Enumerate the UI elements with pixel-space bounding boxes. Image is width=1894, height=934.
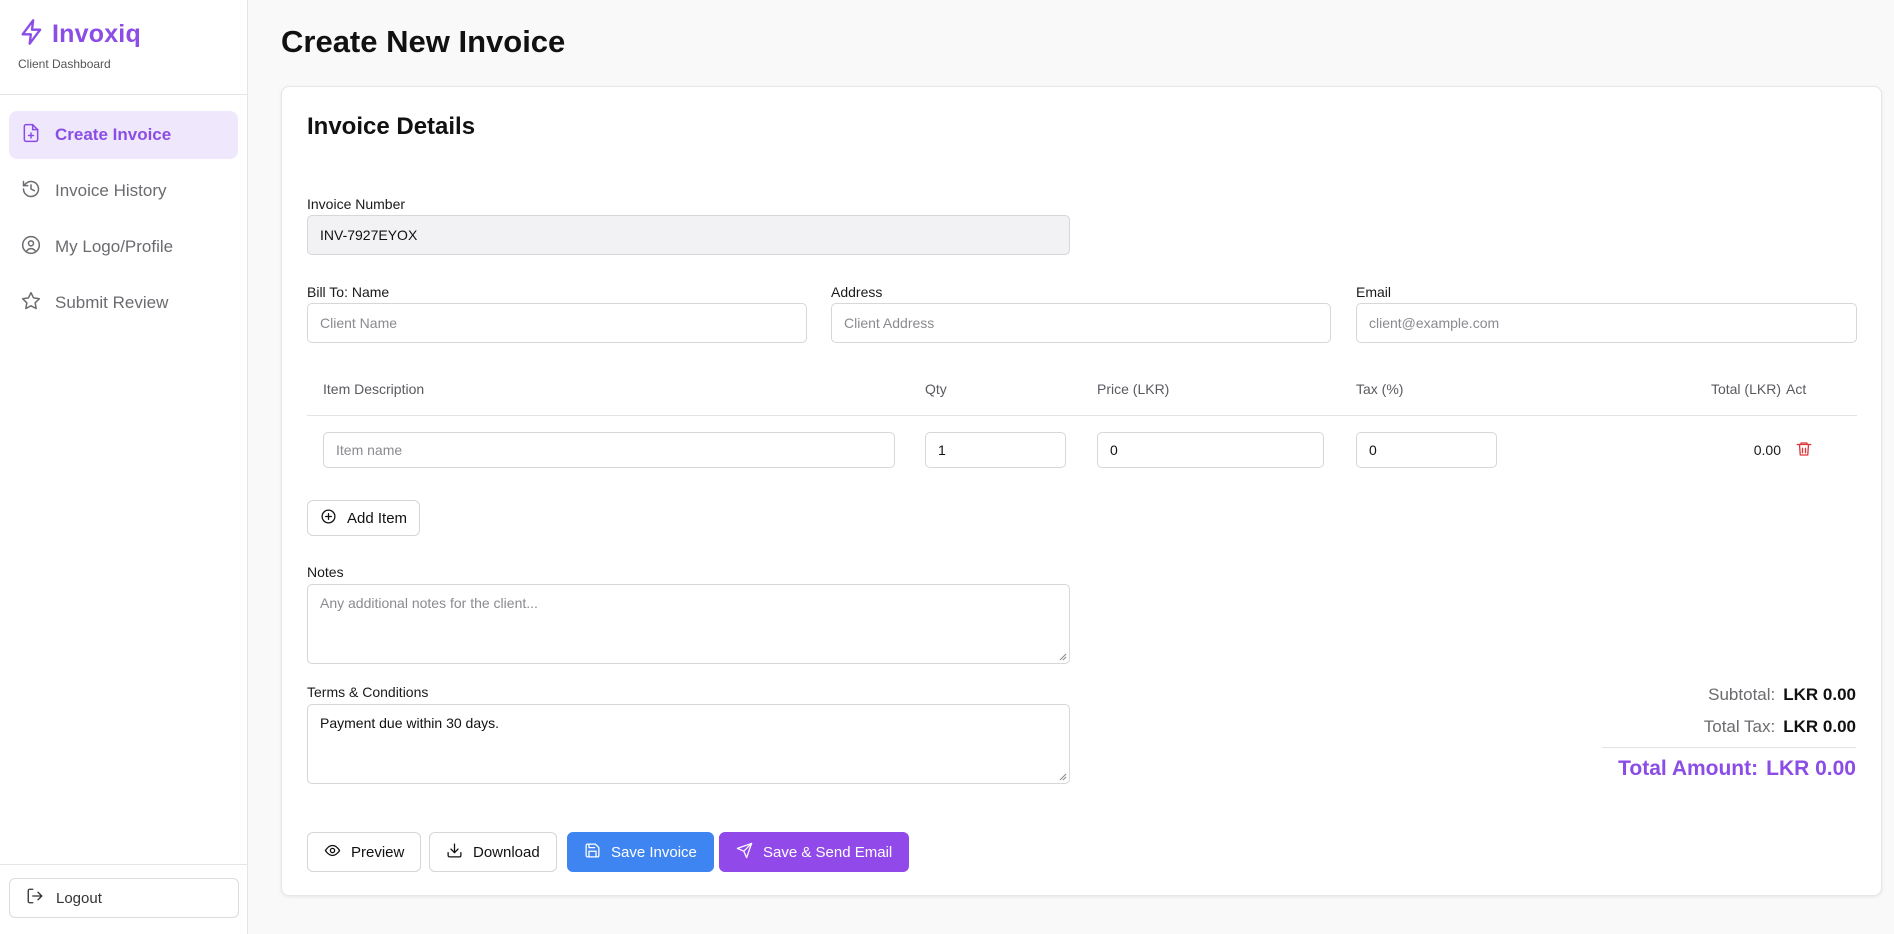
download-icon — [446, 842, 463, 863]
sidebar-nav: Create Invoice Invoice History My Logo/P… — [0, 95, 247, 327]
total-tax-value: LKR 0.00 — [1783, 717, 1856, 736]
save-icon — [584, 842, 601, 863]
notes-textarea[interactable]: Any additional notes for the client... — [307, 584, 1070, 664]
file-plus-icon — [21, 123, 41, 148]
column-header-price: Price (LKR) — [1097, 381, 1170, 397]
email-field[interactable]: client@example.com — [1356, 303, 1857, 343]
total-amount-label: Total Amount: — [1618, 757, 1759, 780]
sidebar: Invoxiq Client Dashboard Create Invoice … — [0, 0, 248, 934]
brand-name: Invoxiq — [52, 20, 141, 48]
invoice-number-field[interactable]: INV-7927EYOX — [307, 215, 1070, 255]
download-button[interactable]: Download — [429, 832, 557, 872]
column-header-total: Total (LKR) — [1710, 381, 1781, 397]
notes-placeholder: Any additional notes for the client... — [320, 595, 538, 611]
total-amount-row: Total Amount: LKR 0.00 — [1618, 757, 1856, 781]
invoice-details-card: Invoice Details Invoice Number INV-7927E… — [281, 86, 1882, 896]
table-divider — [307, 415, 1857, 416]
column-header-act: Act — [1786, 381, 1807, 397]
card-title: Invoice Details — [307, 113, 476, 140]
sidebar-item-label: My Logo/Profile — [55, 237, 174, 256]
save-invoice-label: Save Invoice — [611, 843, 697, 861]
save-invoice-button[interactable]: Save Invoice — [567, 832, 714, 872]
logout-section: Logout — [0, 864, 248, 934]
total-tax-label: Total Tax: — [1703, 717, 1776, 736]
item-description-input[interactable]: Item name — [323, 432, 895, 468]
subtotal-label: Subtotal: — [1708, 685, 1776, 704]
logout-label: Logout — [56, 889, 102, 907]
sidebar-item-my-logo-profile[interactable]: My Logo/Profile — [9, 223, 238, 271]
column-header-tax: Tax (%) — [1356, 381, 1404, 397]
terms-textarea[interactable]: Payment due within 30 days. — [307, 704, 1070, 784]
terms-value: Payment due within 30 days. — [320, 715, 499, 731]
sidebar-item-label: Create Invoice — [55, 125, 172, 144]
brand: Invoxiq Client Dashboard — [0, 0, 247, 95]
add-item-label: Add Item — [347, 509, 408, 527]
brand-subtitle: Client Dashboard — [18, 57, 111, 71]
client-address-field[interactable]: Client Address — [831, 303, 1331, 343]
preview-label: Preview — [351, 843, 405, 861]
logout-icon — [26, 887, 44, 909]
terms-label: Terms & Conditions — [307, 684, 429, 700]
page-title: Create New Invoice — [281, 24, 566, 59]
logout-button[interactable]: Logout — [9, 878, 239, 918]
notes-label: Notes — [307, 564, 344, 580]
lightning-bolt-icon — [18, 18, 46, 51]
preview-button[interactable]: Preview — [307, 832, 422, 872]
column-header-description: Item Description — [323, 381, 425, 397]
eye-icon — [324, 842, 341, 863]
total-amount-value: LKR 0.00 — [1766, 757, 1856, 780]
item-total-value: 0.00 — [1753, 442, 1781, 458]
email-label: Email — [1356, 284, 1392, 300]
star-icon — [21, 291, 41, 316]
download-label: Download — [473, 843, 540, 861]
sidebar-item-create-invoice[interactable]: Create Invoice — [9, 111, 238, 159]
item-qty-input[interactable]: 1 — [925, 432, 1066, 468]
add-item-button[interactable]: Add Item — [307, 500, 421, 536]
resize-handle-icon — [1059, 773, 1067, 781]
summary-divider — [1602, 747, 1856, 748]
trash-icon — [1795, 442, 1813, 462]
user-circle-icon — [21, 235, 41, 260]
item-price-input[interactable]: 0 — [1097, 432, 1324, 468]
subtotal-row: Subtotal: LKR 0.00 — [1708, 685, 1856, 705]
client-name-field[interactable]: Client Name — [307, 303, 807, 343]
sidebar-item-submit-review[interactable]: Submit Review — [9, 279, 238, 327]
resize-handle-icon — [1059, 653, 1067, 661]
subtotal-value: LKR 0.00 — [1783, 685, 1856, 704]
plus-circle-icon — [320, 508, 337, 529]
send-icon — [736, 842, 753, 863]
history-icon — [21, 179, 41, 204]
bill-to-label: Bill To: Name — [307, 284, 390, 300]
invoice-number-label: Invoice Number — [307, 196, 406, 212]
save-send-email-label: Save & Send Email — [763, 843, 893, 861]
sidebar-item-invoice-history[interactable]: Invoice History — [9, 167, 238, 215]
item-tax-input[interactable]: 0 — [1356, 432, 1497, 468]
sidebar-item-label: Submit Review — [55, 293, 169, 312]
sidebar-item-label: Invoice History — [55, 181, 167, 200]
address-label: Address — [831, 284, 883, 300]
column-header-qty: Qty — [925, 381, 947, 397]
save-send-email-button[interactable]: Save & Send Email — [719, 832, 910, 872]
total-tax-row: Total Tax: LKR 0.00 — [1704, 717, 1856, 737]
delete-item-button[interactable] — [1795, 440, 1815, 460]
